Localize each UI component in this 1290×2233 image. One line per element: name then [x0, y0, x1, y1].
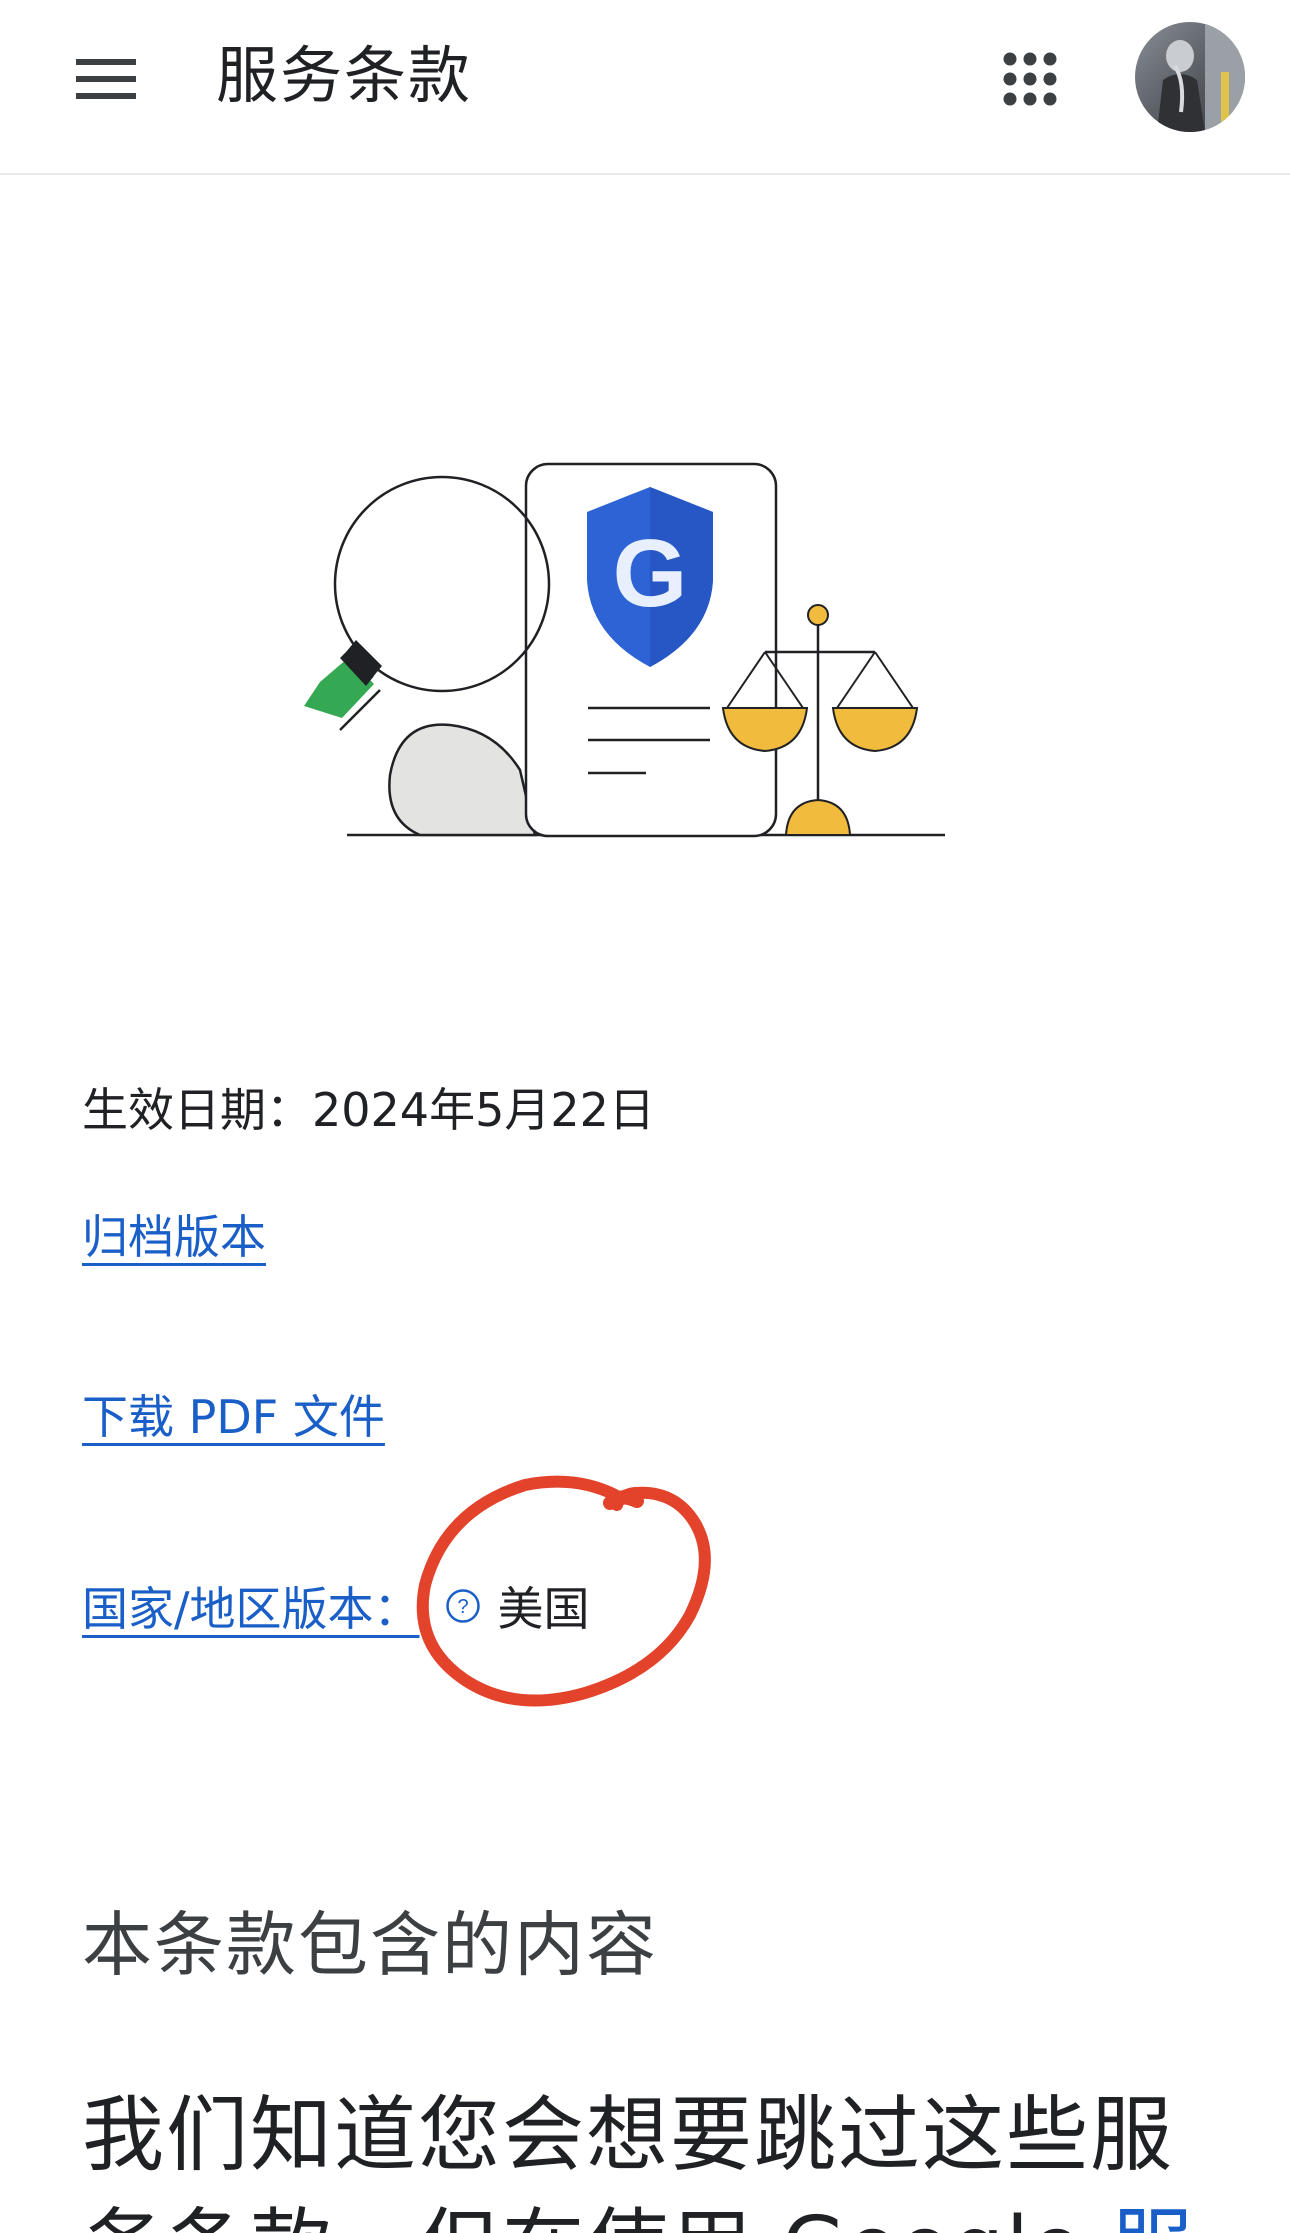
section-heading: 本条款包含的内容	[82, 1904, 658, 1986]
menu-button[interactable]	[58, 38, 154, 120]
terms-illustration: G	[290, 440, 970, 860]
country-value: 美国	[497, 1582, 590, 1636]
account-avatar[interactable]	[1135, 22, 1245, 132]
hamburger-menu-icon	[76, 59, 136, 99]
top-app-bar: 服务条款	[0, 0, 1290, 175]
download-pdf-link[interactable]: 下载 PDF 文件	[82, 1385, 385, 1449]
intro-text: 我们知道您会想要跳过这些服务条款，但在使用 Google	[82, 2088, 1175, 2233]
terms-illustration-graphic: G	[304, 462, 945, 838]
svg-text:?: ?	[457, 1596, 468, 1618]
apps-grid-icon	[1003, 52, 1057, 106]
archived-versions-link[interactable]: 归档版本	[82, 1205, 266, 1269]
avatar-photo-icon	[1135, 22, 1245, 132]
google-apps-button[interactable]	[980, 38, 1080, 120]
google-g-letter: G	[613, 520, 688, 627]
help-icon[interactable]: ?	[444, 1587, 482, 1625]
effective-date: 生效日期：2024年5月22日	[82, 1083, 655, 1137]
services-link[interactable]: 服	[1111, 2200, 1195, 2233]
terms-page: 服务条款 G 生效日期：2024年5月22日 归档版本 下载 PDF 文件 国家…	[0, 0, 1290, 2233]
country-version-row: 国家/地区版本： ? 美国	[82, 1570, 590, 1642]
country-version-link[interactable]: 国家/地区版本：	[82, 1573, 444, 1639]
page-title: 服务条款	[216, 39, 473, 112]
intro-paragraph: 我们知道您会想要跳过这些服务条款，但在使用 Google 服	[82, 2080, 1222, 2233]
